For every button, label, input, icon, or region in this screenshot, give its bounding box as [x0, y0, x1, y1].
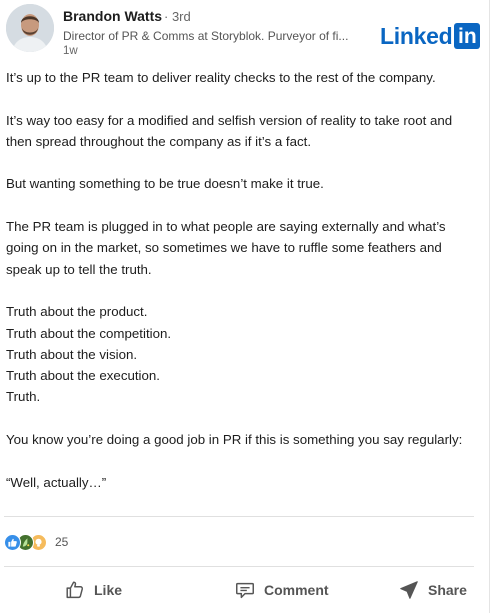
divider [4, 566, 474, 567]
post-paragraph: It’s up to the PR team to deliver realit… [6, 70, 436, 85]
truth-line: Truth about the competition. [6, 325, 172, 341]
comment-label: Comment [264, 582, 329, 598]
post-header: Brandon Watts · 3rd Director of PR & Com… [0, 0, 490, 62]
share-button[interactable]: Share [398, 574, 467, 606]
connection-degree: · 3rd [164, 9, 191, 24]
author-name[interactable]: Brandon Watts [63, 8, 162, 24]
divider [4, 516, 474, 517]
author-headline: Director of PR & Comms at Storyblok. Pur… [63, 29, 349, 43]
thumbs-up-icon [66, 581, 84, 599]
truth-line: Truth. [6, 389, 41, 405]
truth-line: Truth about the execution. [6, 368, 160, 384]
share-label: Share [428, 582, 467, 598]
post-card: Brandon Watts · 3rd Director of PR & Com… [0, 0, 490, 613]
like-button[interactable]: Like [64, 574, 122, 606]
avatar-photo [6, 4, 54, 52]
post-timestamp: 1w [63, 45, 78, 57]
post-body: It’s up to the PR team to deliver realit… [6, 67, 478, 493]
reaction-count: 25 [55, 535, 69, 549]
like-label: Like [94, 582, 123, 598]
reactions-summary[interactable]: 25 [4, 533, 68, 551]
truth-line: Truth about the product. [6, 304, 148, 320]
author-avatar[interactable] [6, 4, 54, 52]
post-paragraph: “Well, actually…” [6, 474, 107, 490]
post-paragraph: It’s way too easy for a modified and sel… [6, 112, 453, 149]
logo-in-box: in [454, 23, 481, 49]
like-reaction-icon [4, 533, 21, 551]
linkedin-logo: Linked in [380, 22, 481, 50]
comment-button[interactable]: Comment [234, 574, 329, 606]
truth-line: Truth about the vision. [6, 346, 138, 362]
post-paragraph: The PR team is plugged in to what people… [6, 219, 446, 277]
action-bar: Like Comment Share [0, 570, 490, 610]
logo-wordmark: Linked [380, 23, 453, 49]
share-send-icon [400, 581, 418, 599]
comment-icon [236, 582, 254, 599]
post-paragraph: You know you’re doing a good job in PR i… [6, 432, 463, 448]
post-paragraph: But wanting something to be true doesn’t… [6, 176, 324, 192]
